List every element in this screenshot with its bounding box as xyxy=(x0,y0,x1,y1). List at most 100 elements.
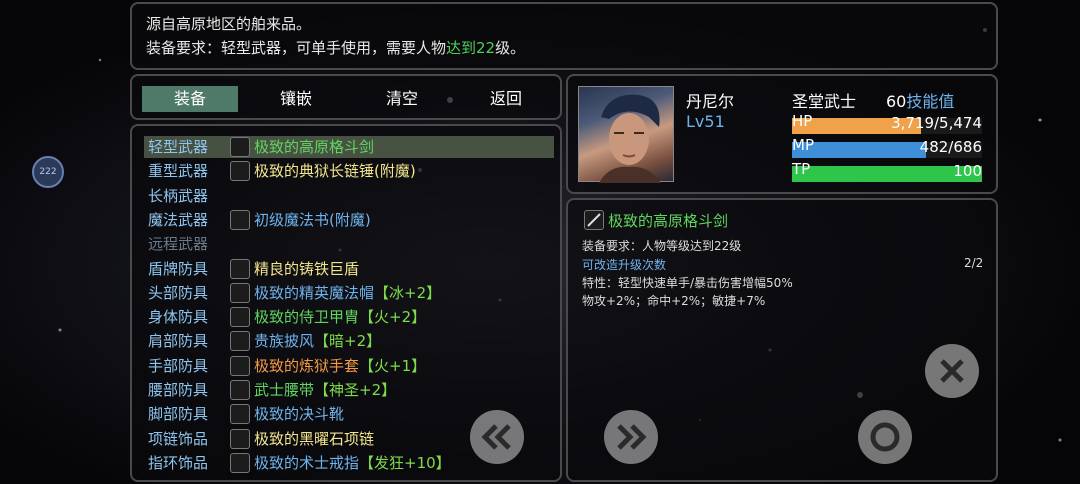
detail-trait: 特性：轻型快速单手/暴击伤害增幅50% xyxy=(582,276,793,290)
equipment-slot-row[interactable]: 肩部防具 贵族披风【暗+2】 xyxy=(144,330,554,352)
item-icon xyxy=(230,161,250,182)
item-enchant-suffix: 【火+2】 xyxy=(359,308,427,327)
item-name: 极致的术士戒指【发狂+10】 xyxy=(254,452,451,474)
detail-item-name: 极致的高原格斗剑 xyxy=(608,212,729,230)
equipment-slot-row[interactable]: 魔法武器 初级魔法书(附魔) xyxy=(144,209,554,231)
double-chevron-right-icon xyxy=(617,424,647,450)
hp-value: 3,719/5,474 xyxy=(891,114,982,132)
slot-label: 身体防具 xyxy=(148,308,209,327)
item-icon xyxy=(230,380,250,400)
tp-label: TP xyxy=(792,160,811,178)
skill-points-value: 60 xyxy=(886,92,907,111)
item-name-text: 极致的精英魔法帽 xyxy=(254,283,375,302)
detail-upgrade-label: 可改造升级次数 xyxy=(582,258,667,272)
item-enchant-suffix: 【冰+2】 xyxy=(374,283,442,302)
double-chevron-left-icon xyxy=(481,424,511,450)
slot-label: 远程武器 xyxy=(148,235,209,254)
confirm-button[interactable] xyxy=(858,410,912,464)
description-line-2: 装备要求：轻型武器，可单手使用，需要人物达到22级。 xyxy=(146,36,982,60)
item-name-text: 极致的黑曜石项链 xyxy=(254,429,375,448)
item-enchant-suffix: 【发狂+10】 xyxy=(359,453,451,472)
previous-page-button[interactable] xyxy=(470,410,524,464)
mp-label: MP xyxy=(792,136,814,154)
slot-label: 指环饰品 xyxy=(148,453,209,472)
item-name-text: 极致的术士戒指 xyxy=(254,453,360,472)
close-button[interactable] xyxy=(925,344,979,398)
item-name: 极致的典狱长链锤(附魔) xyxy=(254,160,416,182)
skill-points: 60技能值 xyxy=(886,88,954,112)
slot-label: 头部防具 xyxy=(148,283,209,302)
slot-label: 手部防具 xyxy=(148,356,209,375)
description-line-1: 源自高原地区的舶来品。 xyxy=(146,15,312,33)
equipment-slot-row[interactable]: 长柄武器 xyxy=(144,185,554,207)
tab-inlay[interactable]: 镶嵌 xyxy=(248,86,344,112)
equipment-slot-row[interactable]: 腰部防具 武士腰带【神圣+2】 xyxy=(144,379,554,401)
item-icon xyxy=(230,282,250,303)
item-name-text: 极致的侍卫甲胄 xyxy=(254,308,360,327)
equipment-slot-row[interactable]: 头部防具 极致的精英魔法帽【冰+2】 xyxy=(144,282,554,304)
equipment-tabs: 装备 镶嵌 清空 返回 xyxy=(130,74,562,120)
equipment-slot-row[interactable]: 手部防具 极致的炼狱手套【火+1】 xyxy=(144,355,554,377)
item-name-text: 极致的决斗靴 xyxy=(254,405,345,424)
slot-label: 肩部防具 xyxy=(148,332,209,351)
description-line-2-highlight: 达到22 xyxy=(446,39,496,57)
item-name: 武士腰带【神圣+2】 xyxy=(254,379,396,401)
item-icon xyxy=(230,137,250,157)
tab-back[interactable]: 返回 xyxy=(458,86,554,112)
circle-icon xyxy=(870,422,900,452)
character-name: 丹尼尔 xyxy=(686,92,735,111)
description-line-2-prefix: 装备要求：轻型武器，可单手使用，需要人物 xyxy=(146,39,447,57)
character-portrait[interactable] xyxy=(578,86,674,183)
hp-label: HP xyxy=(792,112,813,130)
equipment-slot-row[interactable]: 远程武器 xyxy=(144,233,554,255)
item-enchant-suffix: 【火+1】 xyxy=(359,356,427,375)
equipment-slot-row[interactable]: 轻型武器 极致的高原格斗剑 xyxy=(144,136,554,158)
item-icon xyxy=(230,331,250,352)
slot-label: 长柄武器 xyxy=(148,186,209,205)
equipment-slot-row[interactable]: 身体防具 极致的侍卫甲胄【火+2】 xyxy=(144,306,554,328)
slot-label: 轻型武器 xyxy=(148,138,209,156)
item-name: 初级魔法书(附魔) xyxy=(254,209,371,231)
detail-stats: 物攻+2%；命中+2%；敏捷+7% xyxy=(582,294,766,308)
detail-requirement: 装备要求：人物等级达到22级 xyxy=(582,239,742,253)
item-name: 极致的决斗靴 xyxy=(254,403,344,425)
slot-label: 盾牌防具 xyxy=(148,259,209,278)
item-enchant-suffix: 【暗+2】 xyxy=(314,332,382,351)
item-name: 极致的黑曜石项链 xyxy=(254,428,374,450)
item-name-text: 极致的炼狱手套 xyxy=(254,356,360,375)
item-name: 精良的铸铁巨盾 xyxy=(254,258,359,280)
item-icon xyxy=(230,452,250,473)
slot-label: 腰部防具 xyxy=(148,381,209,399)
item-name-text: 初级魔法书(附魔) xyxy=(254,210,371,229)
item-icon xyxy=(230,404,250,425)
portrait-face-icon xyxy=(599,94,661,183)
character-level: Lv51 xyxy=(686,112,725,131)
item-name-text: 极致的高原格斗剑 xyxy=(254,138,375,156)
item-name-text: 武士腰带 xyxy=(254,381,315,399)
item-name: 极致的炼狱手套【火+1】 xyxy=(254,355,426,377)
mp-value: 482/686 xyxy=(919,138,982,156)
equipment-slot-row[interactable]: 盾牌防具 精良的铸铁巨盾 xyxy=(144,258,554,280)
character-class: 圣堂武士 xyxy=(792,92,857,111)
sword-icon xyxy=(584,210,604,230)
tab-equip[interactable]: 装备 xyxy=(142,86,238,112)
item-name-text: 极致的典狱长链锤(附魔) xyxy=(254,162,416,181)
item-icon xyxy=(230,258,250,279)
close-icon xyxy=(940,359,964,383)
tab-clear[interactable]: 清空 xyxy=(354,86,450,112)
item-name-text: 精良的铸铁巨盾 xyxy=(254,259,360,278)
item-icon xyxy=(230,307,250,328)
slot-label: 项链饰品 xyxy=(148,429,209,448)
item-name: 极致的精英魔法帽【冰+2】 xyxy=(254,282,441,304)
description-line-2-suffix: 级。 xyxy=(495,39,526,57)
item-name: 极致的侍卫甲胄【火+2】 xyxy=(254,306,426,328)
item-name: 贵族披风【暗+2】 xyxy=(254,330,381,352)
next-page-button[interactable] xyxy=(604,410,658,464)
side-level-badge[interactable]: 222 xyxy=(32,156,64,188)
slot-label: 脚部防具 xyxy=(148,405,209,424)
equipment-slot-row[interactable]: 重型武器 极致的典狱长链锤(附魔) xyxy=(144,160,554,182)
tp-bar: 100 xyxy=(792,162,982,182)
slot-label: 重型武器 xyxy=(148,162,209,181)
item-name-text: 贵族披风 xyxy=(254,332,315,351)
side-badge-text: 222 xyxy=(39,167,57,177)
